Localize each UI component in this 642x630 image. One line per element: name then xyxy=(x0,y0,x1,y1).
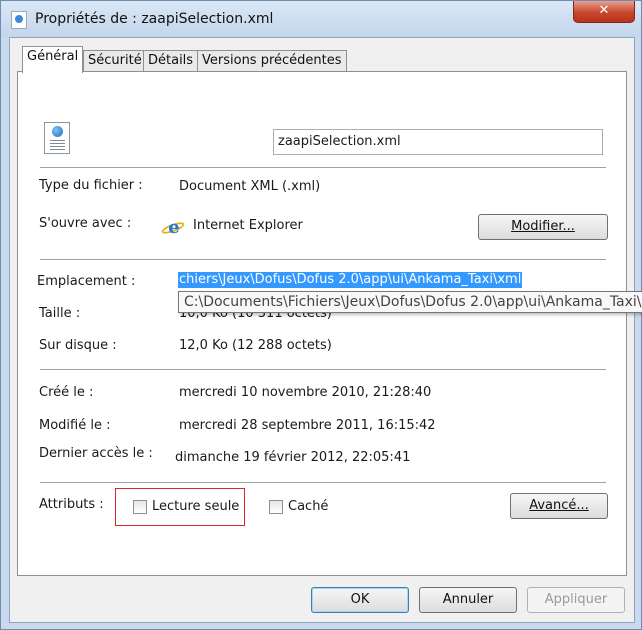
disk-size-value: 12,0 Ko (12 288 octets) xyxy=(179,338,332,353)
internet-explorer-e-icon: e xyxy=(168,217,180,238)
advanced-button[interactable]: Avancé... xyxy=(510,493,608,519)
file-type-label: Type du fichier : xyxy=(39,178,143,193)
created-value: mercredi 10 novembre 2010, 21:28:40 xyxy=(179,385,432,400)
location-value[interactable]: chiers\Jeux\Dofus\Dofus 2.0\app\ui\Ankam… xyxy=(178,272,523,288)
hidden-checkbox[interactable] xyxy=(269,500,283,514)
tab-general[interactable]: Général xyxy=(22,46,84,73)
file-type-value: Document XML (.xml) xyxy=(179,179,321,194)
location-label: Emplacement : xyxy=(37,274,136,289)
properties-dialog: Propriétés de : zaapiSelection.xml ✕ Gén… xyxy=(0,0,642,630)
xml-document-icon xyxy=(44,122,70,154)
hidden-label[interactable]: Caché xyxy=(288,499,328,514)
change-button-label: Modifier... xyxy=(511,219,575,234)
cancel-button[interactable]: Annuler xyxy=(419,587,517,613)
modified-label: Modifié le : xyxy=(39,418,111,433)
readonly-checkbox[interactable] xyxy=(133,500,147,514)
accessed-value: dimanche 19 février 2012, 22:05:41 xyxy=(175,450,411,465)
tab-details[interactable]: Détails xyxy=(143,50,199,72)
close-button[interactable]: ✕ xyxy=(573,1,635,23)
dialog-body: Général Sécurité Détails Versions précéd… xyxy=(9,37,642,623)
readonly-label[interactable]: Lecture seule xyxy=(152,499,239,514)
modified-value: mercredi 28 septembre 2011, 16:15:42 xyxy=(179,418,436,433)
separator xyxy=(40,259,606,260)
ok-button[interactable]: OK xyxy=(311,587,409,613)
xml-file-icon xyxy=(11,11,27,29)
window-title: Propriétés de : zaapiSelection.xml xyxy=(35,11,274,27)
separator xyxy=(40,167,606,168)
tab-security[interactable]: Sécurité xyxy=(83,50,147,72)
general-tab-panel: zaapiSelection.xml Type du fichier : Doc… xyxy=(17,71,642,576)
tab-previous-versions[interactable]: Versions précédentes xyxy=(197,50,347,72)
advanced-button-label: Avancé... xyxy=(529,498,589,513)
separator xyxy=(40,482,606,483)
apply-button[interactable]: Appliquer xyxy=(527,587,625,613)
created-label: Créé le : xyxy=(39,385,94,400)
opens-with-value: Internet Explorer xyxy=(193,218,303,233)
accessed-label: Dernier accès le : xyxy=(39,446,153,461)
disk-size-label: Sur disque : xyxy=(39,338,117,353)
attributes-label: Attributs : xyxy=(39,497,104,512)
globe-icon xyxy=(52,126,63,137)
file-name-input[interactable]: zaapiSelection.xml xyxy=(273,129,603,155)
location-tooltip: C:\Documents\Fichiers\Jeux\Dofus\Dofus 2… xyxy=(178,291,642,313)
size-label: Taille : xyxy=(39,306,81,321)
change-program-button[interactable]: Modifier... xyxy=(478,214,608,240)
separator xyxy=(40,369,606,370)
opens-with-label: S'ouvre avec : xyxy=(39,216,132,231)
title-bar[interactable]: Propriétés de : zaapiSelection.xml ✕ xyxy=(1,1,641,37)
